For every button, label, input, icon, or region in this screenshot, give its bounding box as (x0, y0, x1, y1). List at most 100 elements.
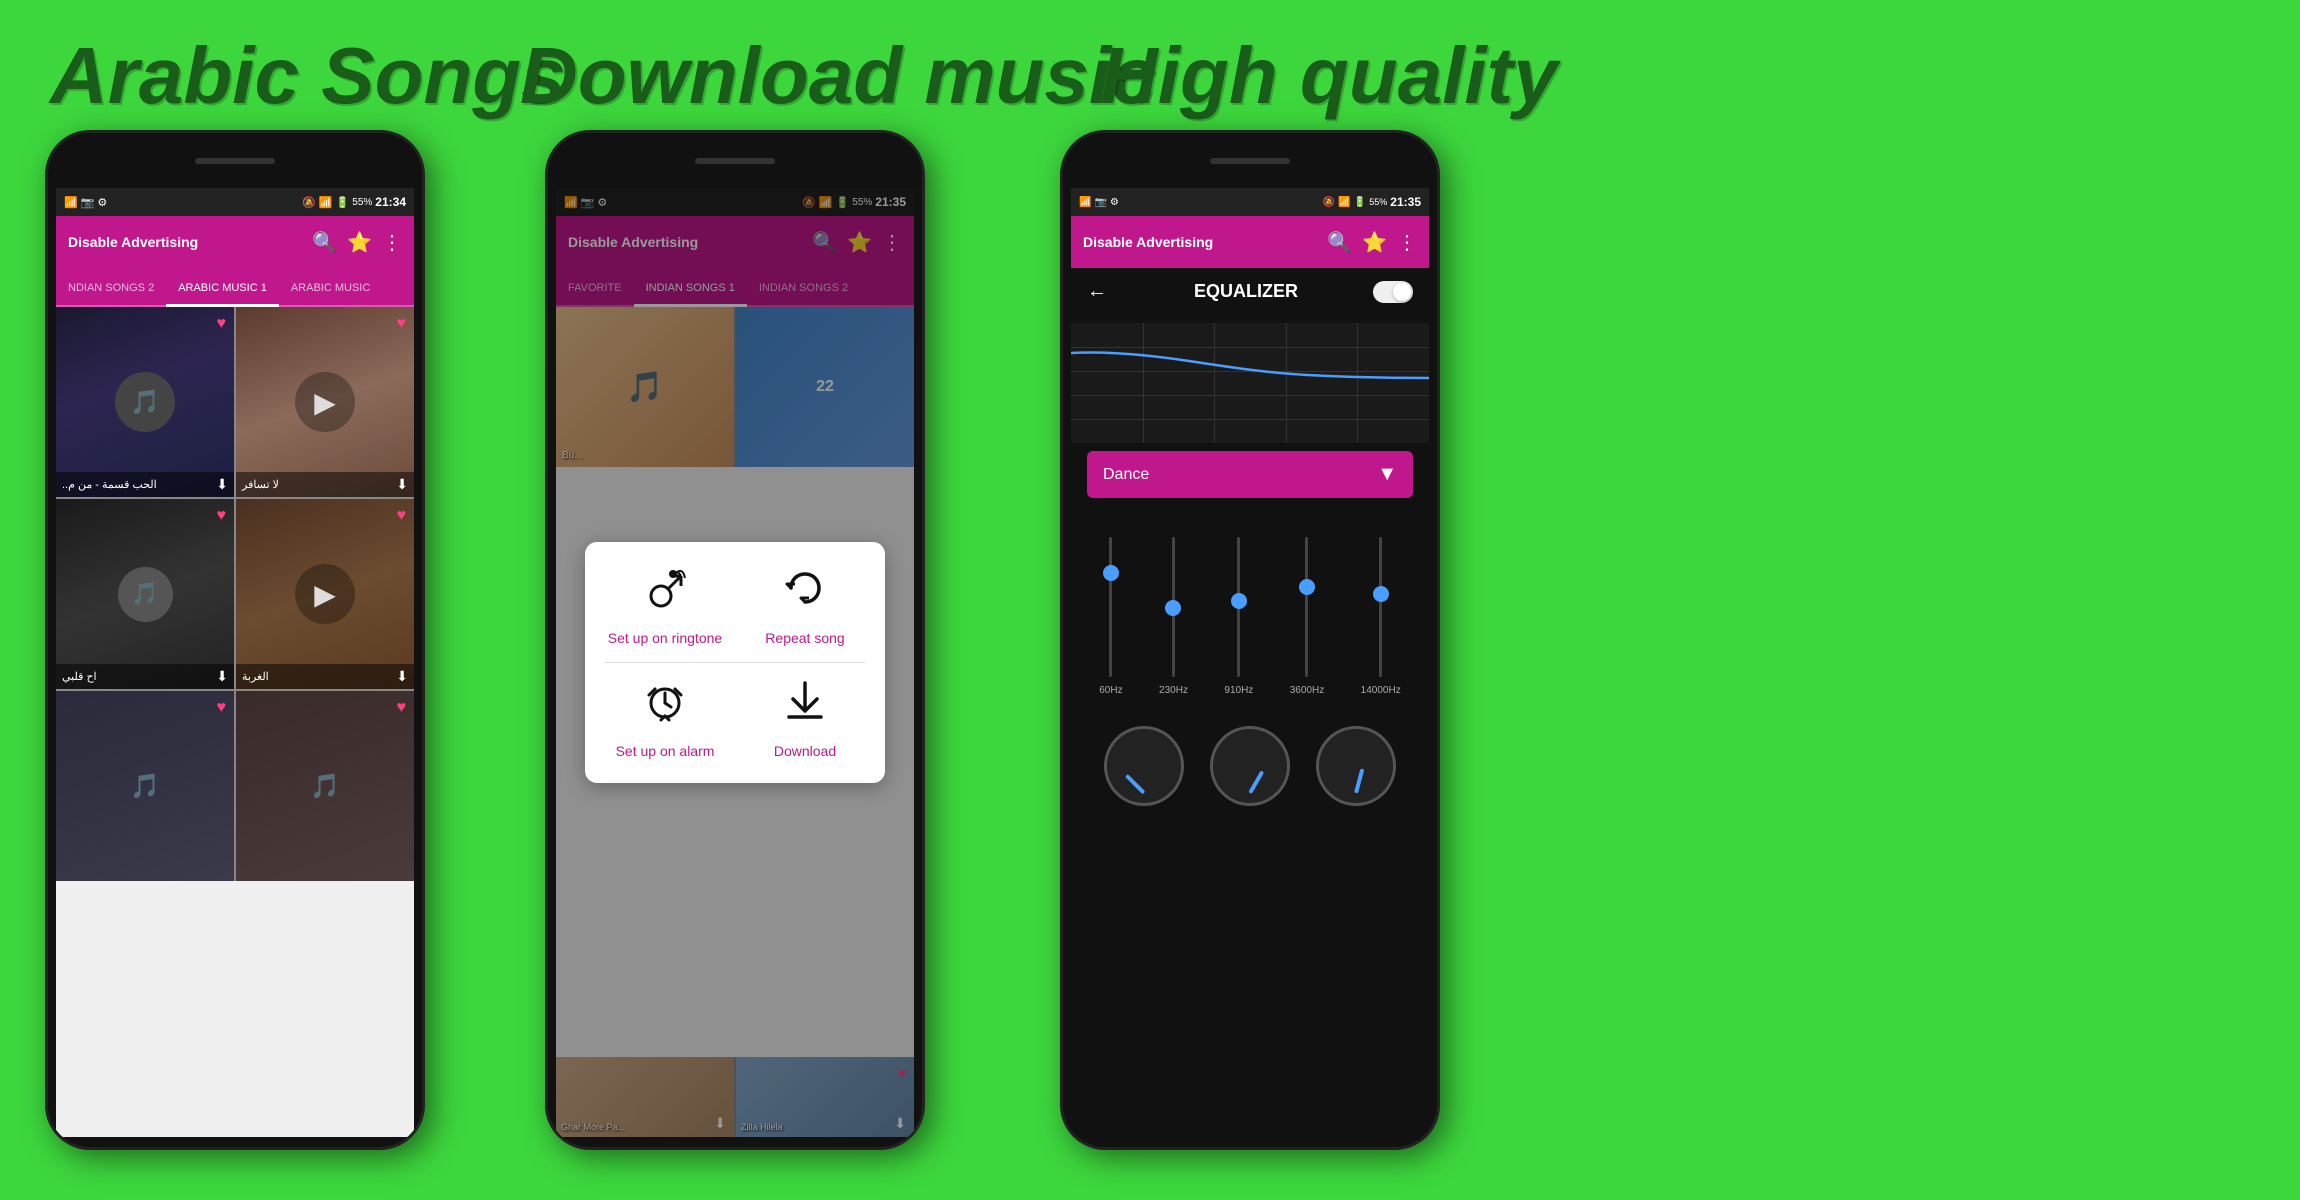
phone1-tab-arabic2[interactable]: ARABIC MUSIC (279, 272, 382, 305)
popup-ringtone-item[interactable]: Set up on ringtone (605, 566, 725, 646)
phone1-download-4[interactable]: ⬇ (396, 668, 408, 685)
alarm-icon (643, 679, 687, 733)
eq-knob-3-indicator (1354, 768, 1364, 793)
phone3-appbar-title: Disable Advertising (1083, 234, 1317, 250)
phone1-heart-2[interactable]: ♥ (397, 315, 407, 332)
eq-freq-label-4: 3600Hz (1290, 685, 1324, 696)
eq-preset-arrow-icon: ▼ (1377, 463, 1397, 486)
phone3-status-right: 🔕 📶 🔋 55% 21:35 (1323, 195, 1421, 209)
phone3-search-icon[interactable]: 🔍 (1327, 230, 1352, 255)
popup-alarm-item[interactable]: Set up on alarm (605, 679, 725, 759)
phone1-song-card-5[interactable]: 🎵 ♥ (56, 691, 234, 881)
phone1-song-title-4: الغربة (242, 670, 269, 683)
eq-header: ← EQUALIZER (1071, 268, 1429, 315)
popup-repeat-label: Repeat song (765, 630, 844, 646)
phone1-song-overlay-3: اح قلبي ⬇ (56, 664, 234, 689)
phone1-song-title-3: اح قلبي (62, 670, 97, 683)
phone1-song-card-3[interactable]: 🎵 ♥ اح قلبي ⬇ (56, 499, 234, 689)
eq-title: EQUALIZER (1119, 281, 1373, 302)
phone1-heart-1[interactable]: ♥ (217, 315, 227, 332)
popup-download-item[interactable]: Download (745, 679, 865, 759)
phone3-menu-icon[interactable]: ⋮ (1397, 230, 1417, 255)
phone3-status-left: 📶 📷 ⚙ (1079, 197, 1119, 208)
eq-sliders-container: 60Hz 230Hz 910Hz 3600Hz (1071, 506, 1429, 706)
phone1-appbar-title: Disable Advertising (68, 234, 302, 250)
eq-toggle[interactable] (1373, 281, 1413, 303)
phone1-song-card-2[interactable]: ▶ ♥ لا تسافر ⬇ (236, 307, 414, 497)
popup-divider (605, 662, 865, 663)
eq-knob-1[interactable] (1104, 726, 1184, 806)
eq-slider-dot-4 (1299, 579, 1315, 595)
phone1-status-icons: 📶 📷 ⚙ (64, 196, 107, 209)
phone3-time: 21:35 (1390, 195, 1421, 209)
settings-icon: ⚙ (97, 196, 107, 209)
battery-icon: 🔋 (336, 196, 350, 209)
phone2-popup-card: Set up on ringtone Repeat song (585, 542, 885, 783)
eq-knob-2[interactable] (1210, 726, 1290, 806)
phone3-sim-icon: 📶 (1079, 197, 1091, 208)
popup-alarm-label: Set up on alarm (616, 743, 715, 759)
phone1-song-card-6[interactable]: 🎵 ♥ (236, 691, 414, 881)
phone1-song-title-2: لا تسافر (242, 478, 279, 491)
eq-freq-label-1: 60Hz (1099, 685, 1122, 696)
eq-knob-3[interactable] (1316, 726, 1396, 806)
eq-slider-3600hz[interactable]: 3600Hz (1290, 537, 1324, 696)
phone3-top-bar (1063, 133, 1437, 188)
phone1-tab-arabic1[interactable]: ARABIC MUSIC 1 (166, 272, 279, 307)
popup-ringtone-label: Set up on ringtone (608, 630, 722, 646)
phone1-menu-icon[interactable]: ⋮ (382, 230, 402, 255)
phone1-download-2[interactable]: ⬇ (396, 476, 408, 493)
eq-freq-label-3: 910Hz (1224, 685, 1253, 696)
eq-freq-label-2: 230Hz (1159, 685, 1188, 696)
phone1-heart-6[interactable]: ♥ (397, 699, 407, 716)
phone1-heart-5[interactable]: ♥ (217, 699, 227, 716)
phone1-search-icon[interactable]: 🔍 (312, 230, 337, 255)
eq-toggle-dot (1393, 283, 1411, 301)
phone1: 📶 📷 ⚙ 🔕 📶 🔋 55% 21:34 Disable Advertisin… (45, 130, 425, 1150)
eq-slider-910hz[interactable]: 910Hz (1224, 537, 1253, 696)
phone1-heart-4[interactable]: ♥ (397, 507, 407, 524)
phone1-song-card-1[interactable]: 🎵 ♥ الحب قسمة - من م.. ⬇ (56, 307, 234, 497)
phone1-song-overlay-1: الحب قسمة - من م.. ⬇ (56, 472, 234, 497)
ringtone-icon (643, 566, 687, 620)
phone2-screen: 📶 📷 ⚙ 🔕 📶 🔋 55% 21:35 Disable Advertisin… (556, 188, 914, 1137)
section-title-quality: High quality (1100, 30, 1558, 122)
phone1-song-grid: 🎵 ♥ الحب قسمة - من م.. ⬇ ▶ ♥ لا تسافر ⬇ (56, 307, 414, 881)
phone1-download-3[interactable]: ⬇ (216, 668, 228, 685)
phone3-speaker (1210, 158, 1290, 164)
phone1-star-icon[interactable]: ⭐ (347, 230, 372, 255)
phone2-speaker (695, 158, 775, 164)
phone3-battery-icon: 🔋 (1354, 197, 1366, 208)
phone1-download-1[interactable]: ⬇ (216, 476, 228, 493)
popup-repeat-item[interactable]: Repeat song (745, 566, 865, 646)
eq-curve-svg (1071, 323, 1429, 443)
phone1-battery-text: 55% (352, 197, 372, 208)
phone3-appbar: Disable Advertising 🔍 ⭐ ⋮ (1071, 216, 1429, 268)
sim-icon: 📶 (64, 196, 78, 209)
eq-slider-track-3 (1237, 537, 1240, 677)
phone2-top-bar (548, 133, 922, 188)
phone3-signal-icon: 📶 (1338, 197, 1350, 208)
phone1-heart-3[interactable]: ♥ (217, 507, 227, 524)
phone1-song-card-4[interactable]: ▶ ♥ الغربة ⬇ (236, 499, 414, 689)
eq-knob-2-indicator (1248, 770, 1264, 794)
phone1-right-icons: 🔕 📶 🔋 55% 21:34 (302, 195, 406, 209)
phone3-battery-text: 55% (1369, 197, 1387, 207)
eq-preset-selector[interactable]: Dance ▼ (1087, 451, 1413, 498)
phone1-top-bar (48, 133, 422, 188)
phone1-song-overlay-4: الغربة ⬇ (236, 664, 414, 689)
eq-chart (1071, 323, 1429, 443)
phone1-tab-songs2[interactable]: NDIAN SONGS 2 (56, 272, 166, 305)
phone3-star-icon[interactable]: ⭐ (1362, 230, 1387, 255)
repeat-icon (783, 566, 827, 620)
eq-slider-14000hz[interactable]: 14000Hz (1361, 537, 1401, 696)
phone2-popup-overlay: Set up on ringtone Repeat song (556, 188, 914, 1137)
eq-slider-dot-2 (1165, 600, 1181, 616)
download-icon (783, 679, 827, 733)
phone1-appbar: Disable Advertising 🔍 ⭐ ⋮ (56, 216, 414, 268)
eq-slider-60hz[interactable]: 60Hz (1099, 537, 1122, 696)
eq-slider-track-4 (1305, 537, 1308, 677)
eq-slider-230hz[interactable]: 230Hz (1159, 537, 1188, 696)
eq-slider-track-1 (1109, 537, 1112, 677)
eq-back-button[interactable]: ← (1087, 280, 1107, 303)
